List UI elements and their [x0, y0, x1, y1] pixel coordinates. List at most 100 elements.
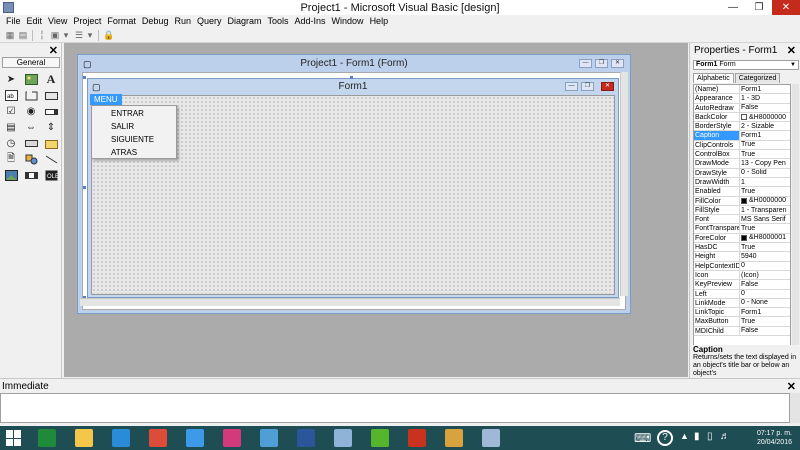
property-row[interactable]: Height 5940 [694, 252, 790, 262]
property-row[interactable]: HelpContextID 0 [694, 261, 790, 271]
close-icon[interactable]: ✕ [49, 44, 58, 57]
maximize-button[interactable]: ❐ [581, 82, 594, 91]
property-value[interactable]: 0 - None [740, 299, 790, 307]
data-icon[interactable] [22, 167, 40, 183]
property-value[interactable]: True [740, 187, 790, 195]
property-value[interactable]: 13 - Copy Pen [740, 159, 790, 167]
property-row[interactable]: LinkMode 0 - None [694, 298, 790, 309]
lock-icon[interactable]: 🔒 [103, 30, 114, 41]
filelistbox-icon[interactable]: 🗎 [2, 151, 20, 167]
menu-window[interactable]: Window [329, 15, 367, 28]
property-value[interactable]: &H8000000 [740, 113, 790, 121]
menu-diagram[interactable]: Diagram [224, 15, 264, 28]
align-icon[interactable]: ▦ [5, 30, 15, 41]
menu-format[interactable]: Format [104, 15, 139, 28]
property-row[interactable]: BackColor &H8000000 [694, 112, 790, 123]
property-row[interactable]: AutoRedraw False [694, 103, 790, 113]
resize-handle[interactable] [83, 186, 86, 189]
property-value[interactable]: (Icon) [740, 271, 790, 279]
network-icon[interactable]: ▮ [694, 431, 700, 442]
dropbox-icon[interactable] [186, 429, 204, 447]
form-menu[interactable]: MENU [90, 94, 122, 105]
property-row[interactable]: Left 0 [694, 289, 790, 299]
frame-icon[interactable] [22, 87, 40, 103]
menu-item-salir[interactable]: SALIR [111, 122, 134, 131]
word-icon[interactable] [297, 429, 315, 447]
excel-icon[interactable] [38, 429, 56, 447]
toolbox-general-tab[interactable]: General [2, 57, 60, 68]
textbox-icon[interactable]: ab [2, 87, 20, 103]
ole-icon[interactable]: OLE [42, 167, 60, 183]
property-value[interactable]: Form1 [740, 131, 790, 139]
property-value[interactable]: 0 - Solid [740, 169, 790, 177]
property-row[interactable]: DrawWidth 1 [694, 177, 790, 188]
close-button[interactable]: ✕ [772, 0, 800, 15]
media-app-icon[interactable] [223, 429, 241, 447]
property-row[interactable]: (Name) Form1 [694, 85, 790, 95]
immediate-scrollbar[interactable] [790, 393, 800, 423]
property-row[interactable]: Icon (Icon) [694, 270, 790, 281]
label-icon[interactable]: A [42, 71, 60, 87]
property-row[interactable]: Enabled True [694, 187, 790, 197]
menu-edit[interactable]: Edit [24, 15, 46, 28]
immediate-input[interactable] [0, 393, 790, 423]
menu-query[interactable]: Query [194, 15, 225, 28]
property-row[interactable]: DrawMode 13 - Copy Pen [694, 159, 790, 169]
windows-start-icon[interactable] [6, 430, 22, 446]
green-app-icon[interactable] [371, 429, 389, 447]
property-value[interactable]: False [740, 327, 790, 335]
property-value[interactable]: True [740, 243, 790, 251]
checkbox-icon[interactable]: ☑ [2, 103, 20, 119]
size-icon[interactable]: ▤ [18, 30, 28, 41]
chevron-down-icon[interactable]: ▾ [86, 30, 94, 41]
timer-icon[interactable]: ◷ [2, 135, 20, 151]
menu-item-entrar[interactable]: ENTRAR [111, 109, 144, 118]
property-value[interactable]: 5940 [740, 252, 790, 260]
shape-icon[interactable] [22, 151, 40, 167]
minimize-button[interactable]: — [720, 0, 746, 15]
internet-explorer-icon[interactable] [112, 429, 130, 447]
flash-icon[interactable] [408, 429, 426, 447]
spacing-icon[interactable]: ☰ [73, 30, 85, 41]
menu-tools[interactable]: Tools [265, 15, 292, 28]
chevron-down-icon[interactable]: ▼ [790, 61, 796, 69]
control-panel-icon[interactable] [260, 429, 278, 447]
property-value[interactable]: Form1 [740, 85, 790, 93]
property-value[interactable]: 1 - 3D [740, 94, 790, 102]
picturebox-icon[interactable] [22, 71, 40, 87]
property-row[interactable]: Font MS Sans Serif [694, 215, 790, 225]
volume-icon[interactable]: ♬ [720, 431, 730, 442]
vertical-scrollbar[interactable] [620, 72, 628, 296]
property-row[interactable]: Appearance 1 - 3D [694, 94, 790, 104]
menu-add-ins[interactable]: Add-Ins [292, 15, 329, 28]
property-row[interactable]: BorderStyle 2 - Sizable [694, 122, 790, 132]
property-row[interactable]: FillStyle 1 - Transparen [694, 205, 790, 216]
properties-scrollbar[interactable] [792, 84, 799, 384]
notes-icon[interactable] [334, 429, 352, 447]
chevron-down-icon[interactable]: ▾ [62, 30, 70, 41]
menu-item-atras[interactable]: ATRAS [111, 148, 137, 157]
property-value[interactable]: 0 [740, 262, 790, 270]
file-explorer-icon[interactable] [75, 429, 93, 447]
close-button[interactable]: ✕ [611, 59, 624, 68]
property-value[interactable]: False [740, 280, 790, 288]
property-value[interactable]: Form1 [740, 308, 790, 316]
property-row[interactable]: ForeColor &H8000001 [694, 233, 790, 244]
property-row[interactable]: ControlBox True [694, 150, 790, 160]
tab-categorized[interactable]: Categorized [734, 73, 781, 83]
property-row[interactable]: FillColor &H0000000 [694, 196, 790, 206]
line-icon[interactable] [42, 151, 60, 167]
resize-handle[interactable] [350, 76, 353, 79]
hscrollbar-icon[interactable]: ⇔ [22, 119, 40, 135]
menu-file[interactable]: File [3, 15, 24, 28]
music-app-icon[interactable] [445, 429, 463, 447]
pointer-icon[interactable]: ➤ [2, 71, 20, 87]
property-value[interactable]: 1 - Transparen [740, 206, 790, 214]
commandbutton-icon[interactable] [42, 87, 60, 103]
property-value[interactable]: True [740, 317, 790, 325]
menu-view[interactable]: View [45, 15, 70, 28]
property-value[interactable]: 0 [740, 290, 790, 298]
minimize-button[interactable]: — [579, 59, 592, 68]
property-row[interactable]: HasDC True [694, 243, 790, 253]
property-value[interactable]: False [740, 104, 790, 112]
